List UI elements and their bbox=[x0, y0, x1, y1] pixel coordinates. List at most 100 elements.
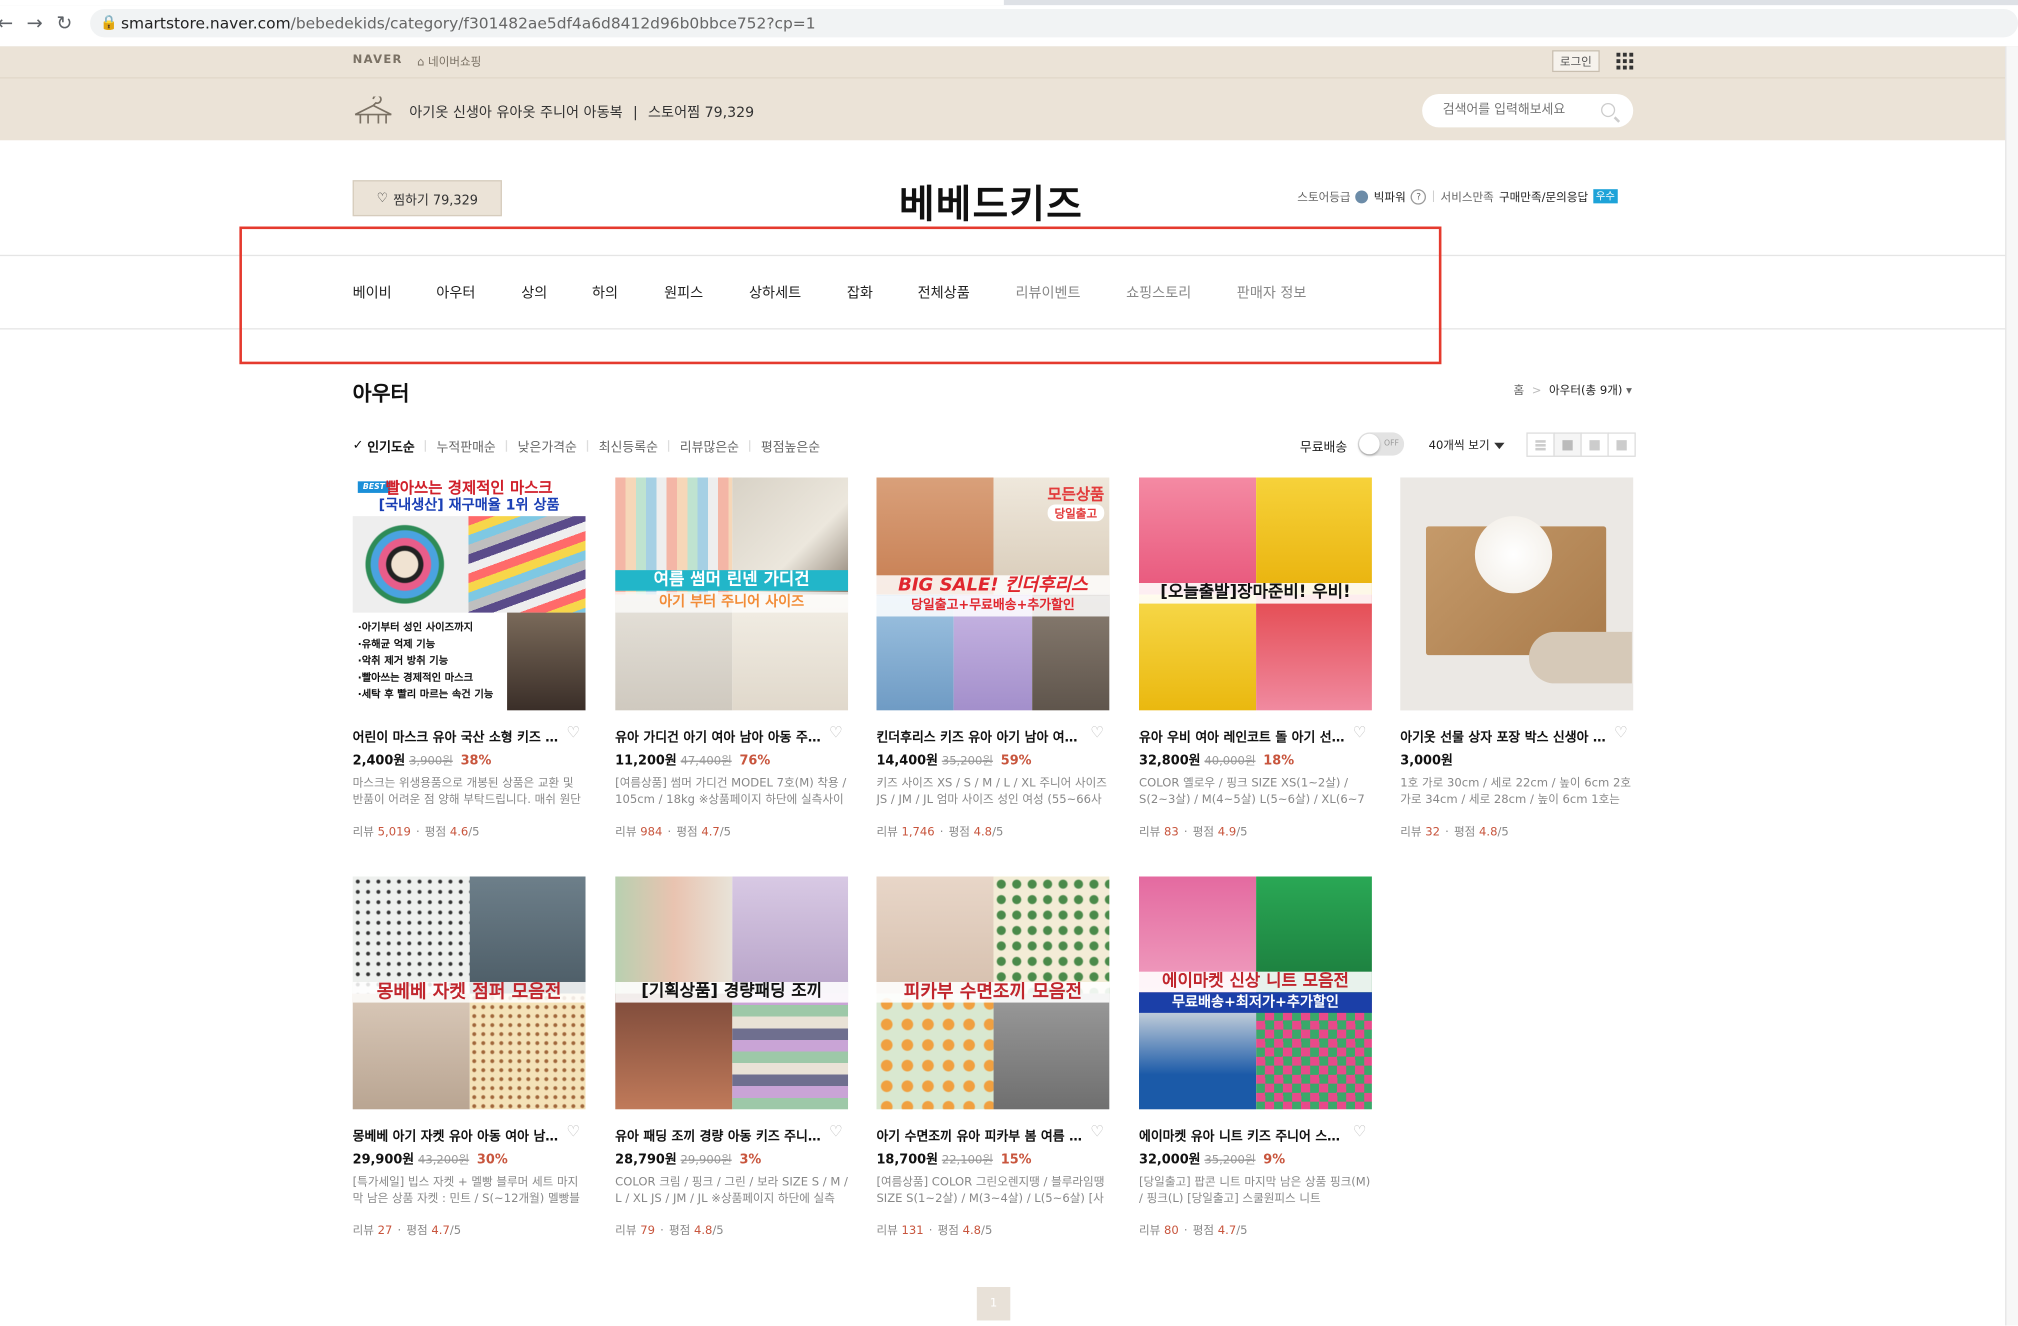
product-name[interactable]: 몽베베 아기 자켓 유아 아동 여아 남아 점퍼 bbox=[353, 1125, 559, 1144]
product-image-sleep-vest[interactable]: 피카부 수면조끼 모음전 bbox=[876, 876, 1110, 1110]
product-card[interactable]: 에이마켓 신상 니트 모음전 무료배송+최저가+추가할인 ♡ 에이마켓 유아 니… bbox=[1138, 876, 1372, 1238]
store-bar: 아기옷 신생아 유아옷 주니어 아동복 | 스토어찜 79,329 bbox=[0, 78, 2018, 141]
product-name[interactable]: 에이마켓 유아 니트 키즈 주니어 스웨터 가디건 bbox=[1139, 1125, 1345, 1144]
product-price: 3,000원 bbox=[1400, 749, 1633, 768]
category-shopping-story[interactable]: 쇼핑스토리 bbox=[1126, 282, 1191, 303]
product-card[interactable]: 모든상품 당일출고 BIG SALE! 킨더후리스 당일출고+무료배송+추가할인… bbox=[876, 477, 1110, 839]
help-icon[interactable]: ? bbox=[1410, 188, 1427, 204]
sale-price: 18,700원 bbox=[876, 1153, 938, 1168]
store-search[interactable] bbox=[1422, 93, 1634, 128]
product-name[interactable]: 아기옷 선물 상자 포장 박스 신생아 출산 bbox=[1400, 726, 1606, 745]
product-card[interactable]: [기획상품] 경량패딩 조끼 ♡ 유아 패딩 조끼 경량 아동 키즈 주니어 아… bbox=[615, 876, 849, 1238]
product-card[interactable]: BEST 빨아쓰는 경제적인 마스크 [국내생산] 재구매율 1위 상품 ·아기… bbox=[352, 477, 586, 840]
toggle-state: OFF bbox=[1384, 438, 1399, 448]
product-card[interactable]: ♡ 아기옷 선물 상자 포장 박스 신생아 출산 3,000원 1호 가로 30… bbox=[1400, 477, 1634, 839]
back-icon[interactable]: ← bbox=[0, 10, 18, 36]
sale-price: 3,000원 bbox=[1400, 754, 1453, 769]
sort-newest[interactable]: 최신등록순 bbox=[599, 436, 658, 455]
original-price: 43,200원 bbox=[418, 1154, 470, 1168]
product-name[interactable]: 아기 수면조끼 유아 피카부 봄 여름 가을 bbox=[876, 1125, 1082, 1144]
scrollbar[interactable] bbox=[2005, 46, 2018, 1326]
category-accessories[interactable]: 잡화 bbox=[847, 282, 873, 303]
sort-popular[interactable]: 인기도순 bbox=[367, 436, 414, 455]
naver-logo[interactable]: NAVER bbox=[353, 54, 403, 67]
product-image-raincoat[interactable]: [오늘출발]장마준비! 우비! bbox=[1138, 477, 1372, 711]
grid-3-view-icon[interactable] bbox=[1580, 432, 1609, 457]
sort-low-price[interactable]: 낮은가격순 bbox=[518, 436, 577, 455]
discount-rate: 30% bbox=[476, 1153, 508, 1168]
sort-most-reviews[interactable]: 리뷰많은순 bbox=[680, 436, 739, 455]
discount-rate: 18% bbox=[1263, 754, 1295, 769]
naver-shopping-link[interactable]: ⌂ 네이버쇼핑 bbox=[417, 53, 481, 70]
product-card[interactable]: 여름 썸머 린넨 가디건 아기 부터 주니어 사이즈 ♡ 유아 가디건 아기 여… bbox=[615, 477, 849, 839]
sort-top-rated[interactable]: 평점높은순 bbox=[761, 436, 820, 455]
forward-icon[interactable]: → bbox=[22, 10, 48, 36]
check-icon: ✓ bbox=[352, 438, 364, 454]
product-image-knit[interactable]: 에이마켓 신상 니트 모음전 무료배송+최저가+추가할인 bbox=[1138, 876, 1372, 1110]
list-view-icon[interactable] bbox=[1526, 432, 1555, 457]
breadcrumb-home[interactable]: 홈 bbox=[1514, 385, 1525, 398]
product-name[interactable]: 유아 패딩 조끼 경량 아동 키즈 주니어 아기 bbox=[615, 1125, 821, 1144]
rating-label: 평점 bbox=[1192, 826, 1215, 840]
view-count-select[interactable]: 40개씩 보기 bbox=[1429, 436, 1506, 453]
breadcrumb-current[interactable]: 아우터(총 9개) bbox=[1549, 385, 1622, 398]
product-image-jacket[interactable]: 몽베베 자켓 점퍼 모음전 bbox=[352, 876, 586, 1110]
reload-icon[interactable]: ↻ bbox=[51, 10, 77, 36]
product-image-fleece[interactable]: 모든상품 당일출고 BIG SALE! 킨더후리스 당일출고+무료배송+추가할인 bbox=[876, 477, 1110, 711]
heart-icon[interactable]: ♡ bbox=[1614, 725, 1629, 740]
heart-icon[interactable]: ♡ bbox=[1353, 725, 1368, 740]
product-banner: 여름 썸머 린넨 가디건 bbox=[615, 570, 849, 591]
address-bar[interactable]: 🔒 smartstore.naver.com/bebedekids/catego… bbox=[90, 9, 2018, 38]
free-shipping-toggle[interactable]: OFF bbox=[1357, 432, 1405, 456]
caret-down-icon[interactable]: ▾ bbox=[1626, 385, 1632, 398]
rating-suffix: /5 bbox=[468, 826, 480, 840]
product-name[interactable]: 유아 가디건 아기 여아 남아 아동 주니어 린넨 bbox=[615, 726, 821, 745]
product-banner-sub: 아기 부터 주니어 사이즈 bbox=[615, 592, 849, 613]
pagination-current-page[interactable]: 1 bbox=[976, 1287, 1011, 1321]
category-onepiece[interactable]: 원피스 bbox=[664, 282, 703, 303]
category-seller-info[interactable]: 판매자 정보 bbox=[1237, 282, 1307, 303]
category-set[interactable]: 상하세트 bbox=[749, 282, 801, 303]
product-image-mask[interactable]: BEST 빨아쓰는 경제적인 마스크 [국내생산] 재구매율 1위 상품 ·아기… bbox=[352, 477, 586, 711]
grid-4-view-icon[interactable] bbox=[1553, 432, 1582, 457]
grid-2-view-icon[interactable] bbox=[1607, 432, 1636, 457]
product-image-padded-vest[interactable]: [기획상품] 경량패딩 조끼 bbox=[615, 876, 849, 1110]
category-all-products[interactable]: 전체상품 bbox=[918, 282, 970, 303]
product-price: 32,000원 35,200원 9% bbox=[1139, 1148, 1372, 1167]
heart-icon[interactable]: ♡ bbox=[1353, 1124, 1368, 1139]
category-outer[interactable]: 아우터 bbox=[436, 282, 475, 303]
search-input[interactable] bbox=[1440, 101, 1600, 119]
review-label: 리뷰 bbox=[352, 1225, 374, 1239]
sale-price: 32,000원 bbox=[1138, 1153, 1201, 1168]
sort-sales[interactable]: 누적판매순 bbox=[437, 436, 496, 455]
category-review-event[interactable]: 리뷰이벤트 bbox=[1015, 282, 1080, 303]
store-name[interactable]: 베베드키즈 bbox=[0, 172, 1982, 229]
shopping-bag-icon: ⌂ bbox=[416, 56, 425, 70]
category-baby[interactable]: 베이비 bbox=[353, 282, 392, 303]
product-name[interactable]: 킨더후리스 키즈 유아 아기 남아 여아 아동 bbox=[876, 726, 1082, 745]
product-image-cardigan[interactable]: 여름 썸머 린넨 가디건 아기 부터 주니어 사이즈 bbox=[615, 477, 849, 711]
apps-grid-icon[interactable] bbox=[1616, 52, 1634, 70]
heart-icon[interactable]: ♡ bbox=[829, 725, 844, 740]
search-icon[interactable] bbox=[1601, 102, 1616, 118]
product-name[interactable]: 유아 우비 여아 레인코트 돌 아기 선물 아동 bbox=[1139, 726, 1345, 745]
product-name[interactable]: 어린이 마스크 유아 국산 소형 키즈 빨아쓰는 bbox=[353, 726, 559, 745]
product-image-gift-box[interactable] bbox=[1400, 477, 1634, 711]
service-label: 서비스만족 bbox=[1440, 191, 1494, 205]
grade-value: 빅파워 bbox=[1373, 191, 1406, 205]
category-top[interactable]: 상의 bbox=[521, 282, 547, 303]
product-card[interactable]: 피카부 수면조끼 모음전 ♡ 아기 수면조끼 유아 피카부 봄 여름 가을 18… bbox=[876, 876, 1110, 1238]
login-button[interactable]: 로그인 bbox=[1552, 50, 1600, 73]
heart-icon[interactable]: ♡ bbox=[1090, 1124, 1105, 1139]
product-card[interactable]: 몽베베 자켓 점퍼 모음전 ♡ 몽베베 아기 자켓 유아 아동 여아 남아 점퍼… bbox=[352, 876, 586, 1239]
heart-icon[interactable]: ♡ bbox=[1090, 725, 1105, 740]
breadcrumb: 홈 > 아우터(총 9개) ▾ bbox=[1514, 381, 1632, 398]
sale-price: 32,800원 bbox=[1138, 754, 1201, 769]
category-bottom[interactable]: 하의 bbox=[592, 282, 618, 303]
heart-icon[interactable]: ♡ bbox=[566, 725, 581, 740]
product-card[interactable]: [오늘출발]장마준비! 우비! ♡ 유아 우비 여아 레인코트 돌 아기 선물 … bbox=[1138, 477, 1372, 840]
discount-rate: 9% bbox=[1263, 1153, 1286, 1168]
heart-icon[interactable]: ♡ bbox=[829, 1124, 844, 1139]
product-price: 14,400원 35,200원 59% bbox=[876, 749, 1109, 768]
heart-icon[interactable]: ♡ bbox=[566, 1124, 581, 1139]
